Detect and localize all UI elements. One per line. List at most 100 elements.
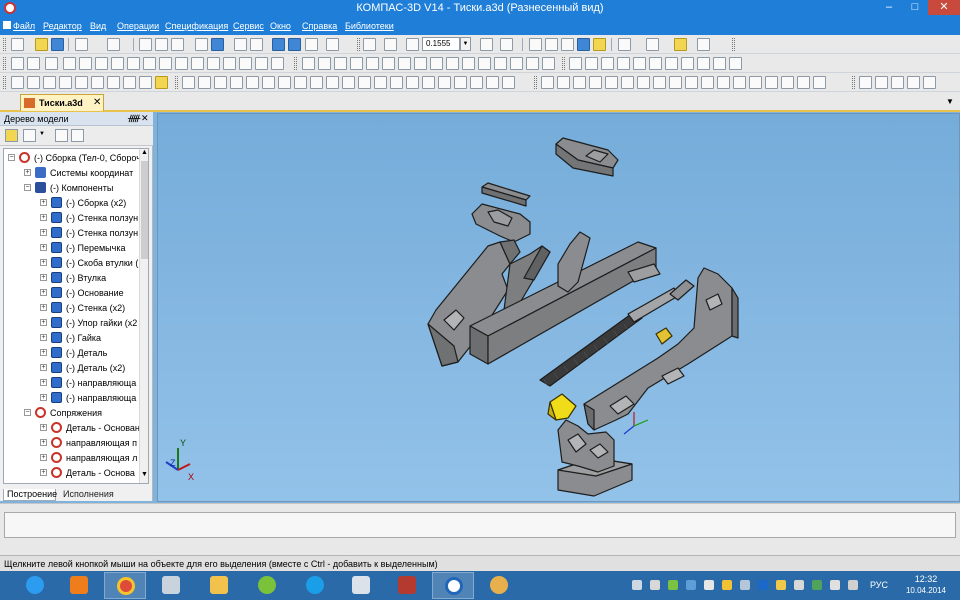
tool-icon[interactable] bbox=[358, 76, 371, 89]
tree-show-icon[interactable] bbox=[55, 129, 68, 142]
tree-row[interactable]: − (-) Компоненты bbox=[4, 181, 138, 196]
calculator-icon[interactable] bbox=[211, 38, 224, 51]
collapse-icon[interactable]: − bbox=[24, 409, 31, 416]
tool-icon[interactable] bbox=[541, 76, 554, 89]
input-language-indicator[interactable]: РУС bbox=[870, 580, 888, 590]
maximize-button[interactable]: □ bbox=[902, 0, 928, 15]
tool-icon[interactable] bbox=[159, 57, 172, 70]
bushing-part[interactable] bbox=[655, 327, 673, 345]
tool-icon[interactable] bbox=[294, 76, 307, 89]
tool-icon[interactable] bbox=[278, 76, 291, 89]
expand-icon[interactable]: + bbox=[24, 169, 31, 176]
network-icon[interactable] bbox=[830, 580, 840, 590]
toolbar-grip[interactable] bbox=[852, 76, 855, 89]
tool-icon[interactable] bbox=[685, 76, 698, 89]
measure-icon[interactable] bbox=[697, 38, 710, 51]
expand-icon[interactable]: + bbox=[40, 469, 47, 476]
shaded-icon[interactable] bbox=[577, 38, 590, 51]
print-icon[interactable] bbox=[75, 38, 88, 51]
tray-icon[interactable] bbox=[776, 580, 786, 590]
tool-icon[interactable] bbox=[239, 57, 252, 70]
taskbar-app[interactable] bbox=[14, 572, 56, 599]
expand-icon[interactable]: + bbox=[40, 334, 47, 341]
orientation-icon[interactable] bbox=[500, 38, 513, 51]
tool-icon[interactable] bbox=[633, 57, 646, 70]
print-preview-icon[interactable] bbox=[107, 38, 120, 51]
toolbar-grip[interactable] bbox=[294, 57, 297, 70]
tool-icon[interactable] bbox=[127, 57, 140, 70]
tool-icon[interactable] bbox=[143, 57, 156, 70]
tree-row[interactable]: + (-) Стенка (x2) bbox=[4, 301, 138, 316]
tree-row[interactable]: + (-) Деталь (x2) bbox=[4, 361, 138, 376]
bluetooth-icon[interactable] bbox=[758, 580, 768, 590]
tool-icon[interactable] bbox=[637, 76, 650, 89]
tree-row[interactable]: + направляющая л bbox=[4, 451, 138, 466]
pin-icon[interactable]: ᚏ bbox=[128, 113, 140, 124]
tool-icon[interactable] bbox=[797, 76, 810, 89]
tool-icon[interactable] bbox=[446, 57, 459, 70]
tool-icon[interactable] bbox=[262, 76, 275, 89]
save-icon[interactable] bbox=[51, 38, 64, 51]
tool-icon[interactable] bbox=[91, 76, 104, 89]
tool-icon[interactable] bbox=[75, 76, 88, 89]
minimize-button[interactable]: – bbox=[876, 0, 902, 15]
expand-icon[interactable]: + bbox=[40, 394, 47, 401]
expand-icon[interactable]: + bbox=[40, 229, 47, 236]
tool-icon[interactable] bbox=[557, 76, 570, 89]
tool-icon[interactable] bbox=[542, 57, 555, 70]
tree-row[interactable]: + Деталь - Основан bbox=[4, 421, 140, 436]
tool-icon[interactable] bbox=[11, 57, 24, 70]
tool-icon[interactable] bbox=[486, 76, 499, 89]
tool-icon[interactable] bbox=[111, 57, 124, 70]
tool-icon[interactable] bbox=[713, 57, 726, 70]
tool-icon[interactable] bbox=[27, 76, 40, 89]
tool-icon[interactable] bbox=[406, 76, 419, 89]
tool-icon[interactable] bbox=[701, 76, 714, 89]
undo-icon[interactable] bbox=[234, 38, 247, 51]
tool-icon[interactable] bbox=[207, 57, 220, 70]
document-system-icon[interactable] bbox=[3, 21, 11, 29]
tool-icon[interactable] bbox=[374, 76, 387, 89]
menu-editor[interactable]: Редактор bbox=[43, 21, 82, 31]
expand-icon[interactable]: + bbox=[40, 289, 47, 296]
tool-icon[interactable] bbox=[653, 76, 666, 89]
properties-icon[interactable] bbox=[195, 38, 208, 51]
tree-row[interactable]: + (-) Деталь bbox=[4, 346, 138, 361]
zoom-scale-dropdown[interactable]: ▼ bbox=[460, 37, 471, 51]
tool-icon[interactable] bbox=[765, 76, 778, 89]
tree-view-dropdown-icon[interactable]: ▼ bbox=[39, 131, 45, 137]
tool-icon[interactable] bbox=[302, 57, 315, 70]
tool-icon[interactable] bbox=[155, 76, 168, 89]
tray-icon[interactable] bbox=[794, 580, 804, 590]
tool-icon[interactable] bbox=[859, 76, 872, 89]
tool-icon[interactable] bbox=[398, 57, 411, 70]
panel-close-icon[interactable]: ✕ bbox=[141, 113, 149, 124]
tool-icon[interactable] bbox=[573, 76, 586, 89]
expand-icon[interactable]: + bbox=[40, 319, 47, 326]
taskbar-app[interactable] bbox=[104, 572, 146, 599]
scroll-thumb[interactable] bbox=[141, 161, 148, 259]
tree-row[interactable]: + (-) Сборка (x2) bbox=[4, 196, 138, 211]
menu-window[interactable]: Окно bbox=[270, 21, 291, 31]
tool-icon[interactable] bbox=[271, 57, 284, 70]
tool-icon[interactable] bbox=[139, 76, 152, 89]
tool-icon[interactable] bbox=[462, 57, 475, 70]
shaded-edges-icon[interactable] bbox=[593, 38, 606, 51]
new-document-icon[interactable] bbox=[11, 38, 24, 51]
paste-icon[interactable] bbox=[171, 38, 184, 51]
tool-icon[interactable] bbox=[875, 76, 888, 89]
tool-icon[interactable] bbox=[478, 57, 491, 70]
close-button[interactable]: ✕ bbox=[928, 0, 960, 15]
taskbar-app[interactable] bbox=[198, 572, 240, 599]
tab-list-dropdown-icon[interactable]: ▼ bbox=[946, 97, 954, 106]
tool-icon[interactable] bbox=[717, 76, 730, 89]
tab-build[interactable]: Построение bbox=[3, 489, 57, 501]
scroll-up-icon[interactable]: ▲ bbox=[141, 149, 148, 156]
tool-icon[interactable] bbox=[585, 57, 598, 70]
taskbar-app[interactable] bbox=[58, 572, 100, 599]
filter-options-icon[interactable] bbox=[646, 38, 659, 51]
tray-icon[interactable] bbox=[722, 580, 732, 590]
tree-row[interactable]: + (-) Основание bbox=[4, 286, 138, 301]
toolbar-grip[interactable] bbox=[562, 57, 565, 70]
tray-icon[interactable] bbox=[812, 580, 822, 590]
